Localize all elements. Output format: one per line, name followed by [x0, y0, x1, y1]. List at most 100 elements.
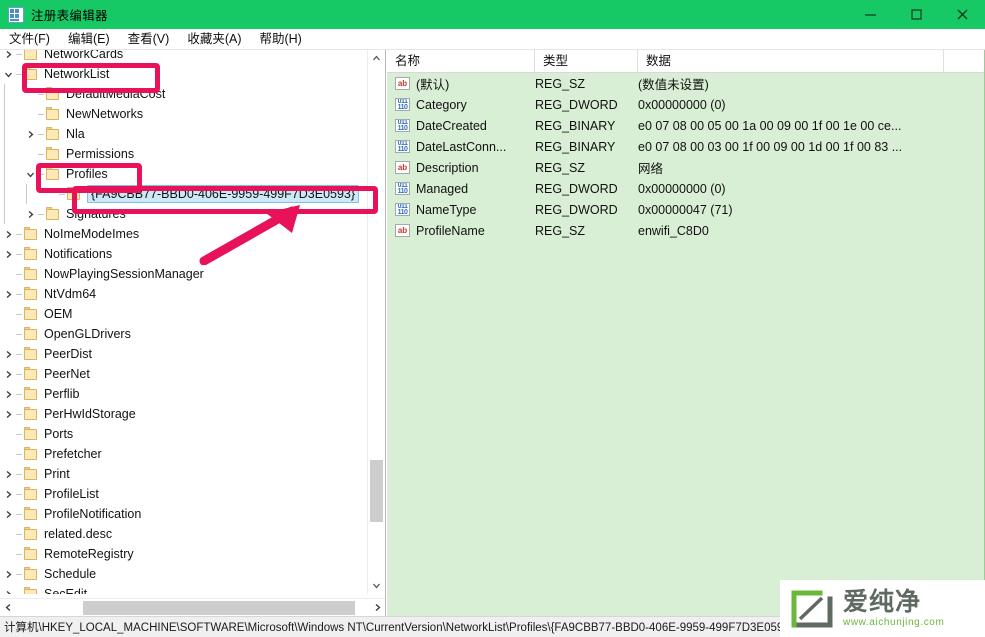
value-row[interactable]: 011110CategoryREG_DWORD0x00000000 (0) — [387, 94, 985, 115]
tree-item-permissions[interactable]: Permissions — [0, 144, 368, 164]
tree-item-ntvdm64[interactable]: NtVdm64 — [0, 284, 368, 304]
tree-item-networkcards[interactable]: NetworkCards — [0, 50, 368, 64]
column-header-name[interactable]: 名称 — [387, 50, 535, 73]
chevron-down-icon[interactable] — [0, 64, 16, 84]
value-row[interactable]: 011110DateLastConn...REG_BINARYe0 07 08 … — [387, 136, 985, 157]
chevron-right-icon[interactable] — [0, 284, 16, 304]
tree-leaf-spacer — [0, 544, 16, 564]
chevron-right-icon[interactable] — [0, 224, 16, 244]
tree-item-label: NoImeModeImes — [44, 224, 139, 244]
value-row[interactable]: 011110ManagedREG_DWORD0x00000000 (0) — [387, 178, 985, 199]
chevron-right-icon[interactable] — [0, 404, 16, 424]
tree-indent-guide — [22, 184, 43, 204]
menu-item-edit[interactable]: 编辑(E) — [59, 29, 119, 49]
chevron-right-icon[interactable] — [0, 584, 16, 594]
chevron-right-icon[interactable] — [0, 344, 16, 364]
tree-item-label: NtVdm64 — [44, 284, 96, 304]
scroll-right-icon[interactable] — [369, 599, 386, 616]
title-bar: 注册表编辑器 — [0, 0, 985, 29]
chevron-right-icon[interactable] — [22, 124, 38, 144]
folder-icon — [45, 147, 61, 161]
tree-leaf-spacer — [22, 144, 38, 164]
menu-item-view[interactable]: 查看(V) — [119, 29, 179, 49]
tree-item-nowplayingsessionmanager[interactable]: NowPlayingSessionManager — [0, 264, 368, 284]
tree-item-perflib[interactable]: Perflib — [0, 384, 368, 404]
tree-item-profilelist[interactable]: ProfileList — [0, 484, 368, 504]
tree-item-noimemodeimes[interactable]: NoImeModeImes — [0, 224, 368, 244]
value-type: REG_DWORD — [535, 203, 638, 217]
tree-item-ports[interactable]: Ports — [0, 424, 368, 444]
chevron-right-icon[interactable] — [0, 364, 16, 384]
tree-item-oem[interactable]: OEM — [0, 304, 368, 324]
window-title: 注册表编辑器 — [31, 5, 108, 24]
tree-item-notifications[interactable]: Notifications — [0, 244, 368, 264]
tree-item-profiles[interactable]: Profiles — [0, 164, 368, 184]
folder-icon — [23, 527, 39, 541]
chevron-right-icon[interactable] — [0, 50, 16, 64]
tree-item-opengldrivers[interactable]: OpenGLDrivers — [0, 324, 368, 344]
value-data: 0x00000000 (0) — [638, 98, 944, 112]
tree-item-print[interactable]: Print — [0, 464, 368, 484]
minimize-icon[interactable] — [847, 0, 893, 29]
chevron-right-icon[interactable] — [0, 484, 16, 504]
chevron-right-icon[interactable] — [0, 244, 16, 264]
value-row[interactable]: 011110NameTypeREG_DWORD0x00000047 (71) — [387, 199, 985, 220]
chevron-right-icon[interactable] — [0, 504, 16, 524]
value-row[interactable]: ab(默认)REG_SZ(数值未设置) — [387, 73, 985, 94]
folder-icon — [45, 167, 61, 181]
tree-item-peernet[interactable]: PeerNet — [0, 364, 368, 384]
values-column-headers: 名称 类型 数据 — [387, 50, 985, 73]
tree-item-label: Ports — [44, 424, 73, 444]
tree-item-label: NowPlayingSessionManager — [44, 264, 204, 284]
column-header-type[interactable]: 类型 — [535, 50, 638, 73]
maximize-icon[interactable] — [893, 0, 939, 29]
tree-scroll-thumb[interactable] — [370, 460, 383, 522]
chevron-right-icon[interactable] — [22, 204, 38, 224]
tree-item-related-desc[interactable]: related.desc — [0, 524, 368, 544]
tree-hscroll-thumb[interactable] — [83, 601, 355, 615]
scroll-up-icon[interactable] — [368, 50, 385, 67]
tree-vertical-scrollbar[interactable] — [367, 50, 384, 594]
tree-leaf-spacer — [0, 264, 16, 284]
tree-item-nla[interactable]: Nla — [0, 124, 368, 144]
close-icon[interactable] — [939, 0, 985, 29]
tree-leaf-spacer — [22, 104, 38, 124]
chevron-right-icon[interactable] — [0, 564, 16, 584]
menu-item-favorites[interactable]: 收藏夹(A) — [178, 29, 250, 49]
tree-item-perhwidstorage[interactable]: PerHwIdStorage — [0, 404, 368, 424]
registry-values-list[interactable]: ab(默认)REG_SZ(数值未设置)011110CategoryREG_DWO… — [387, 73, 985, 616]
value-row[interactable]: 011110DateCreatedREG_BINARYe0 07 08 00 0… — [387, 115, 985, 136]
tree-item-remoteregistry[interactable]: RemoteRegistry — [0, 544, 368, 564]
tree-item-peerdist[interactable]: PeerDist — [0, 344, 368, 364]
tree-horizontal-scrollbar[interactable] — [0, 598, 386, 616]
scroll-down-icon[interactable] — [368, 577, 385, 594]
menu-item-file[interactable]: 文件(F) — [0, 29, 59, 49]
value-row[interactable]: abDescriptionREG_SZ网络 — [387, 157, 985, 178]
menu-item-help[interactable]: 帮助(H) — [250, 29, 310, 49]
tree-item-secedit[interactable]: SecEdit — [0, 584, 368, 594]
aichunjing-logo-icon — [790, 589, 834, 629]
tree-connector — [16, 334, 22, 335]
value-row[interactable]: abProfileNameREG_SZenwifi_C8D0 — [387, 220, 985, 241]
tree-item-schedule[interactable]: Schedule — [0, 564, 368, 584]
folder-icon — [23, 247, 39, 261]
chevron-right-icon[interactable] — [0, 464, 16, 484]
tree-leaf-spacer — [0, 424, 16, 444]
tree-item-signatures[interactable]: Signatures — [0, 204, 368, 224]
binary-value-icon: 011110 — [395, 119, 410, 132]
registry-tree[interactable]: NetworkCardsNetworkListDefaultMediaCostN… — [0, 50, 368, 594]
tree-item-label: SecEdit — [44, 584, 87, 594]
tree-item-fa9cbb77-bbd0-406e-9959-499f7d3e0593[interactable]: {FA9CBB77-BBD0-406E-9959-499F7D3E0593} — [0, 184, 368, 204]
tree-item-defaultmediacost[interactable]: DefaultMediaCost — [0, 84, 368, 104]
tree-item-newnetworks[interactable]: NewNetworks — [0, 104, 368, 124]
column-header-data[interactable]: 数据 — [638, 50, 944, 73]
tree-item-prefetcher[interactable]: Prefetcher — [0, 444, 368, 464]
tree-item-networklist[interactable]: NetworkList — [0, 64, 368, 84]
chevron-right-icon[interactable] — [0, 384, 16, 404]
chevron-down-icon[interactable] — [22, 164, 38, 184]
tree-connector — [16, 254, 22, 255]
tree-item-profilenotification[interactable]: ProfileNotification — [0, 504, 368, 524]
scroll-left-icon[interactable] — [0, 599, 17, 616]
tree-connector — [16, 314, 22, 315]
tree-item-label: RemoteRegistry — [44, 544, 134, 564]
